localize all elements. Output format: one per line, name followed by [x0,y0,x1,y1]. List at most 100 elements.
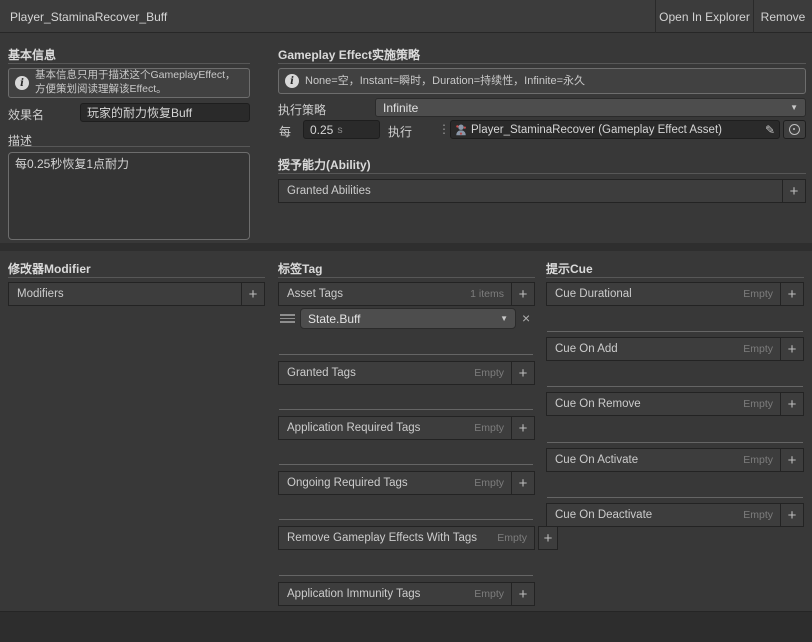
object-picker-icon [789,124,800,135]
add-button[interactable]: + [511,283,534,305]
list-label: Cue Durational [555,288,632,300]
modifier-header: 修改器Modifier [8,262,91,276]
open-in-explorer-button[interactable]: Open In Explorer [655,0,753,33]
add-button[interactable]: + [511,417,534,439]
tag-header: 标签Tag [278,262,323,276]
group-divider [547,442,803,443]
item-count-badge: 1 items [470,288,504,300]
cue-on-remove-list: Cue On Remove Empty + [546,392,804,416]
effect-name-label: 效果名 [8,108,45,122]
divider [278,63,806,64]
basic-info-help-text: 基本信息只用于描述这个GameplayEffect，方便策划阅读理解该Effec… [35,69,236,95]
empty-badge: Empty [474,422,504,434]
title-bar: Player_StaminaRecover_Buff Open In Explo… [0,0,812,33]
list-label: Asset Tags [287,288,344,300]
empty-badge: Empty [743,398,773,410]
remove-gameplay-effects-with-tags-list: Remove Gameplay Effects With Tags Empty [278,526,535,550]
add-button[interactable]: + [780,393,803,415]
group-divider [279,575,533,576]
implementation-header: Gameplay Effect实施策略 [278,48,421,62]
more-options-icon[interactable]: ⋮ [438,123,450,135]
divider [8,146,250,147]
divider [546,277,804,278]
group-divider [279,354,533,355]
add-button[interactable]: + [780,338,803,360]
asset-tag-dropdown[interactable]: State.Buff ▼ [300,308,516,329]
gameplay-effect-inspector: Player_StaminaRecover_Buff Open In Explo… [0,0,812,642]
list-label: Application Immunity Tags [287,588,421,600]
empty-badge: Empty [743,343,773,355]
group-divider [547,497,803,498]
effect-name-input[interactable]: 玩家的耐力恢复Buff [80,103,250,122]
object-picker-button[interactable] [783,120,806,139]
empty-badge: Empty [474,477,504,489]
interval-unit: s [337,123,343,136]
add-button[interactable]: + [511,362,534,384]
remove-button[interactable]: Remove [753,0,812,33]
add-button[interactable]: + [780,504,803,526]
cue-on-deactivate-list: Cue On Deactivate Empty + [546,503,804,527]
divider [8,63,250,64]
empty-badge: Empty [497,532,527,544]
basic-info-header: 基本信息 [8,48,57,62]
remove-tag-button[interactable]: × [522,311,530,325]
cue-durational-list: Cue Durational Empty + [546,282,804,306]
add-button[interactable]: + [538,526,558,550]
granted-abilities-list: Granted Abilities + [278,179,806,203]
granted-tags-list: Granted Tags Empty + [278,361,535,385]
execution-policy-dropdown[interactable]: Infinite ▼ [375,98,806,117]
effect-asset-object-field[interactable]: Player_StaminaRecover (Gameplay Effect A… [450,120,780,139]
basic-info-helpbox: i 基本信息只用于描述这个GameplayEffect，方便策划阅读理解该Eff… [8,68,250,98]
interval-value: 0.25 [310,122,334,137]
asset-tags-list: Asset Tags 1 items + [278,282,535,306]
info-icon: i [15,76,29,90]
cue-on-activate-list: Cue On Activate Empty + [546,448,804,472]
interval-input[interactable]: 0.25 s [303,120,380,139]
every-label: 每 [279,125,292,139]
empty-badge: Empty [743,454,773,466]
asset-title: Player_StaminaRecover_Buff [10,9,168,24]
application-immunity-tags-list: Application Immunity Tags Empty + [278,582,535,606]
application-required-tags-list: Application Required Tags Empty + [278,416,535,440]
add-button[interactable]: + [782,180,805,202]
section-divider [0,243,812,251]
gameplay-effect-asset-icon [456,124,466,135]
list-label: Granted Tags [287,367,356,379]
effect-asset-name: Player_StaminaRecover (Gameplay Effect A… [471,123,722,136]
implementation-help-text: None=空，Instant=瞬时，Duration=持续性，Infinite=… [305,74,585,87]
list-label: Granted Abilities [287,185,371,197]
add-button[interactable]: + [780,449,803,471]
divider [278,277,535,278]
execution-policy-label: 执行策略 [278,103,327,117]
add-button[interactable]: + [241,283,264,305]
drag-handle-icon[interactable] [280,314,295,323]
list-label: Modifiers [17,288,64,300]
chevron-down-icon: ▼ [500,314,508,323]
group-divider [279,409,533,410]
execution-policy-value: Infinite [383,100,419,115]
add-button[interactable]: + [511,583,534,605]
list-label: Cue On Activate [555,454,639,466]
empty-badge: Empty [743,288,773,300]
list-label: Application Required Tags [287,422,421,434]
execute-label: 执行 [388,125,413,139]
group-divider [279,464,533,465]
divider [278,173,806,174]
cue-on-add-list: Cue On Add Empty + [546,337,804,361]
modifiers-list: Modifiers + [8,282,265,306]
group-divider [547,386,803,387]
cue-header: 提示Cue [546,262,593,276]
group-divider [547,331,803,332]
add-button[interactable]: + [780,283,803,305]
edit-pencil-icon[interactable]: ✎ [765,123,775,137]
implementation-helpbox: i None=空，Instant=瞬时，Duration=持续性，Infinit… [278,68,806,94]
description-textarea[interactable]: 每0.25秒恢复1点耐力 [8,152,250,240]
list-label: Cue On Add [555,343,618,355]
divider [8,277,265,278]
add-button[interactable]: + [511,472,534,494]
list-label: Ongoing Required Tags [287,477,408,489]
empty-badge: Empty [474,588,504,600]
list-label: Cue On Deactivate [555,509,653,521]
list-label: Remove Gameplay Effects With Tags [287,532,478,544]
empty-badge: Empty [743,509,773,521]
